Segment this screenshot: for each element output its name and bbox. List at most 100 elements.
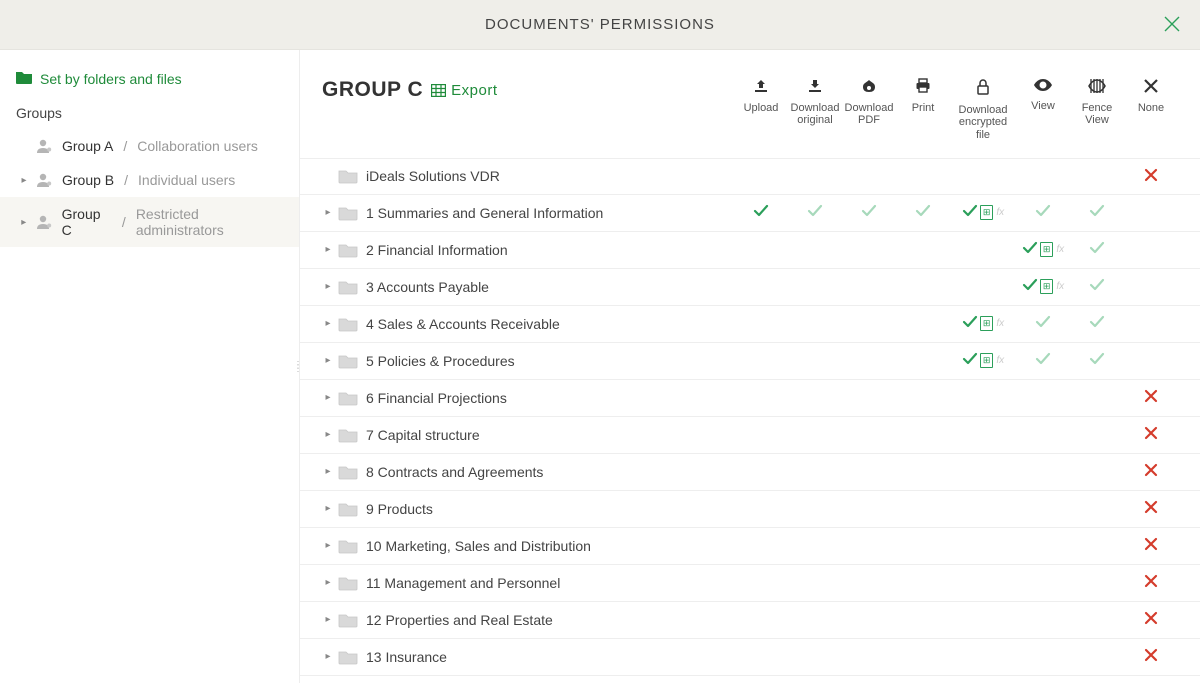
perm-cell-fence[interactable]: [1070, 426, 1124, 443]
perm-cell-dlenc[interactable]: [950, 426, 1016, 443]
perm-cell-none[interactable]: [1124, 611, 1178, 628]
perm-cell-print[interactable]: [896, 315, 950, 332]
perm-cell-view[interactable]: [1016, 463, 1070, 480]
perm-cell-print[interactable]: [896, 611, 950, 628]
perm-cell-dlorig[interactable]: [788, 241, 842, 258]
perm-cell-fence[interactable]: [1070, 500, 1124, 517]
perm-cell-print[interactable]: [896, 537, 950, 554]
perm-cell-upload[interactable]: [734, 352, 788, 369]
perm-cell-dlorig[interactable]: [788, 500, 842, 517]
perm-cell-print[interactable]: [896, 426, 950, 443]
perm-cell-upload[interactable]: [734, 168, 788, 185]
perm-cell-dlenc[interactable]: [950, 241, 1016, 258]
perm-cell-fence[interactable]: [1070, 537, 1124, 554]
perm-cell-none[interactable]: [1124, 426, 1178, 443]
perm-cell-dlenc[interactable]: ⊞fx: [950, 315, 1016, 332]
perm-cell-dlpdf[interactable]: [842, 574, 896, 591]
perm-cell-dlpdf[interactable]: [842, 315, 896, 332]
perm-cell-dlenc[interactable]: [950, 648, 1016, 665]
export-button[interactable]: Export: [431, 82, 497, 99]
perm-cell-dlorig[interactable]: [788, 204, 842, 221]
perm-cell-view[interactable]: [1016, 537, 1070, 554]
close-button[interactable]: [1162, 14, 1182, 38]
sidebar-group-item[interactable]: ▸ Group B / Individual users: [0, 163, 299, 197]
perm-cell-dlorig[interactable]: [788, 537, 842, 554]
perm-cell-upload[interactable]: [734, 241, 788, 258]
perm-cell-view[interactable]: [1016, 426, 1070, 443]
perm-cell-view[interactable]: [1016, 611, 1070, 628]
chevron-right-icon[interactable]: ▸: [322, 503, 334, 514]
perm-cell-upload[interactable]: [734, 463, 788, 480]
perm-cell-dlorig[interactable]: [788, 168, 842, 185]
perm-cell-print[interactable]: [896, 204, 950, 221]
perm-cell-dlpdf[interactable]: [842, 241, 896, 258]
perm-cell-dlenc[interactable]: [950, 611, 1016, 628]
perm-cell-dlorig[interactable]: [788, 352, 842, 369]
perm-cell-print[interactable]: [896, 648, 950, 665]
perm-cell-dlenc[interactable]: [950, 168, 1016, 185]
chevron-right-icon[interactable]: ▸: [322, 355, 334, 366]
perm-cell-dlpdf[interactable]: [842, 389, 896, 406]
perm-cell-view[interactable]: [1016, 648, 1070, 665]
perm-cell-dlorig[interactable]: [788, 315, 842, 332]
perm-cell-none[interactable]: [1124, 463, 1178, 480]
perm-cell-print[interactable]: [896, 168, 950, 185]
perm-cell-none[interactable]: [1124, 648, 1178, 665]
perm-cell-print[interactable]: [896, 500, 950, 517]
folder-name[interactable]: 1 Summaries and General Information: [366, 205, 603, 221]
chevron-right-icon[interactable]: ▸: [322, 318, 334, 329]
perm-cell-dlenc[interactable]: ⊞fx: [950, 204, 1016, 221]
perm-cell-none[interactable]: [1124, 537, 1178, 554]
folder-name[interactable]: 5 Policies & Procedures: [366, 353, 515, 369]
perm-cell-dlorig[interactable]: [788, 426, 842, 443]
perm-cell-upload[interactable]: [734, 574, 788, 591]
perm-cell-none[interactable]: [1124, 315, 1178, 332]
perm-header-fence[interactable]: FenceView: [1070, 78, 1124, 142]
chevron-right-icon[interactable]: ▸: [322, 392, 334, 403]
folder-name[interactable]: 10 Marketing, Sales and Distribution: [366, 538, 591, 554]
folder-name[interactable]: 3 Accounts Payable: [366, 279, 489, 295]
perm-cell-none[interactable]: [1124, 500, 1178, 517]
perm-cell-dlenc[interactable]: [950, 537, 1016, 554]
chevron-right-icon[interactable]: ▸: [322, 281, 334, 292]
perm-cell-none[interactable]: [1124, 168, 1178, 185]
perm-cell-dlpdf[interactable]: [842, 611, 896, 628]
chevron-right-icon[interactable]: ▸: [322, 466, 334, 477]
perm-cell-dlpdf[interactable]: [842, 648, 896, 665]
perm-cell-dlenc[interactable]: ⊞fx: [950, 352, 1016, 369]
perm-cell-print[interactable]: [896, 389, 950, 406]
perm-cell-dlorig[interactable]: [788, 278, 842, 295]
perm-cell-print[interactable]: [896, 352, 950, 369]
perm-cell-dlpdf[interactable]: [842, 168, 896, 185]
sidebar-resize-handle[interactable]: ⋮⋮: [293, 364, 303, 370]
perm-cell-dlorig[interactable]: [788, 611, 842, 628]
chevron-right-icon[interactable]: ▸: [322, 207, 334, 218]
perm-cell-fence[interactable]: [1070, 648, 1124, 665]
perm-cell-dlpdf[interactable]: [842, 204, 896, 221]
perm-cell-dlorig[interactable]: [788, 463, 842, 480]
perm-cell-view[interactable]: ⊞fx: [1016, 241, 1070, 258]
perm-cell-dlpdf[interactable]: [842, 463, 896, 480]
perm-cell-dlpdf[interactable]: [842, 426, 896, 443]
folder-name[interactable]: 6 Financial Projections: [366, 390, 507, 406]
perm-cell-view[interactable]: [1016, 352, 1070, 369]
folder-name[interactable]: 7 Capital structure: [366, 427, 480, 443]
perm-cell-dlpdf[interactable]: [842, 537, 896, 554]
perm-cell-view[interactable]: [1016, 315, 1070, 332]
perm-cell-view[interactable]: [1016, 574, 1070, 591]
perm-cell-upload[interactable]: [734, 611, 788, 628]
perm-header-dlorig[interactable]: Downloadoriginal: [788, 78, 842, 142]
perm-cell-upload[interactable]: [734, 315, 788, 332]
folder-name[interactable]: 2 Financial Information: [366, 242, 508, 258]
perm-cell-upload[interactable]: [734, 389, 788, 406]
perm-cell-view[interactable]: [1016, 389, 1070, 406]
perm-cell-fence[interactable]: [1070, 315, 1124, 332]
folder-name[interactable]: iDeals Solutions VDR: [366, 168, 500, 184]
perm-cell-dlorig[interactable]: [788, 389, 842, 406]
folder-name[interactable]: 8 Contracts and Agreements: [366, 464, 543, 480]
perm-cell-upload[interactable]: [734, 426, 788, 443]
folder-name[interactable]: 13 Insurance: [366, 649, 447, 665]
folder-name[interactable]: 4 Sales & Accounts Receivable: [366, 316, 560, 332]
perm-cell-dlenc[interactable]: [950, 574, 1016, 591]
perm-cell-print[interactable]: [896, 241, 950, 258]
